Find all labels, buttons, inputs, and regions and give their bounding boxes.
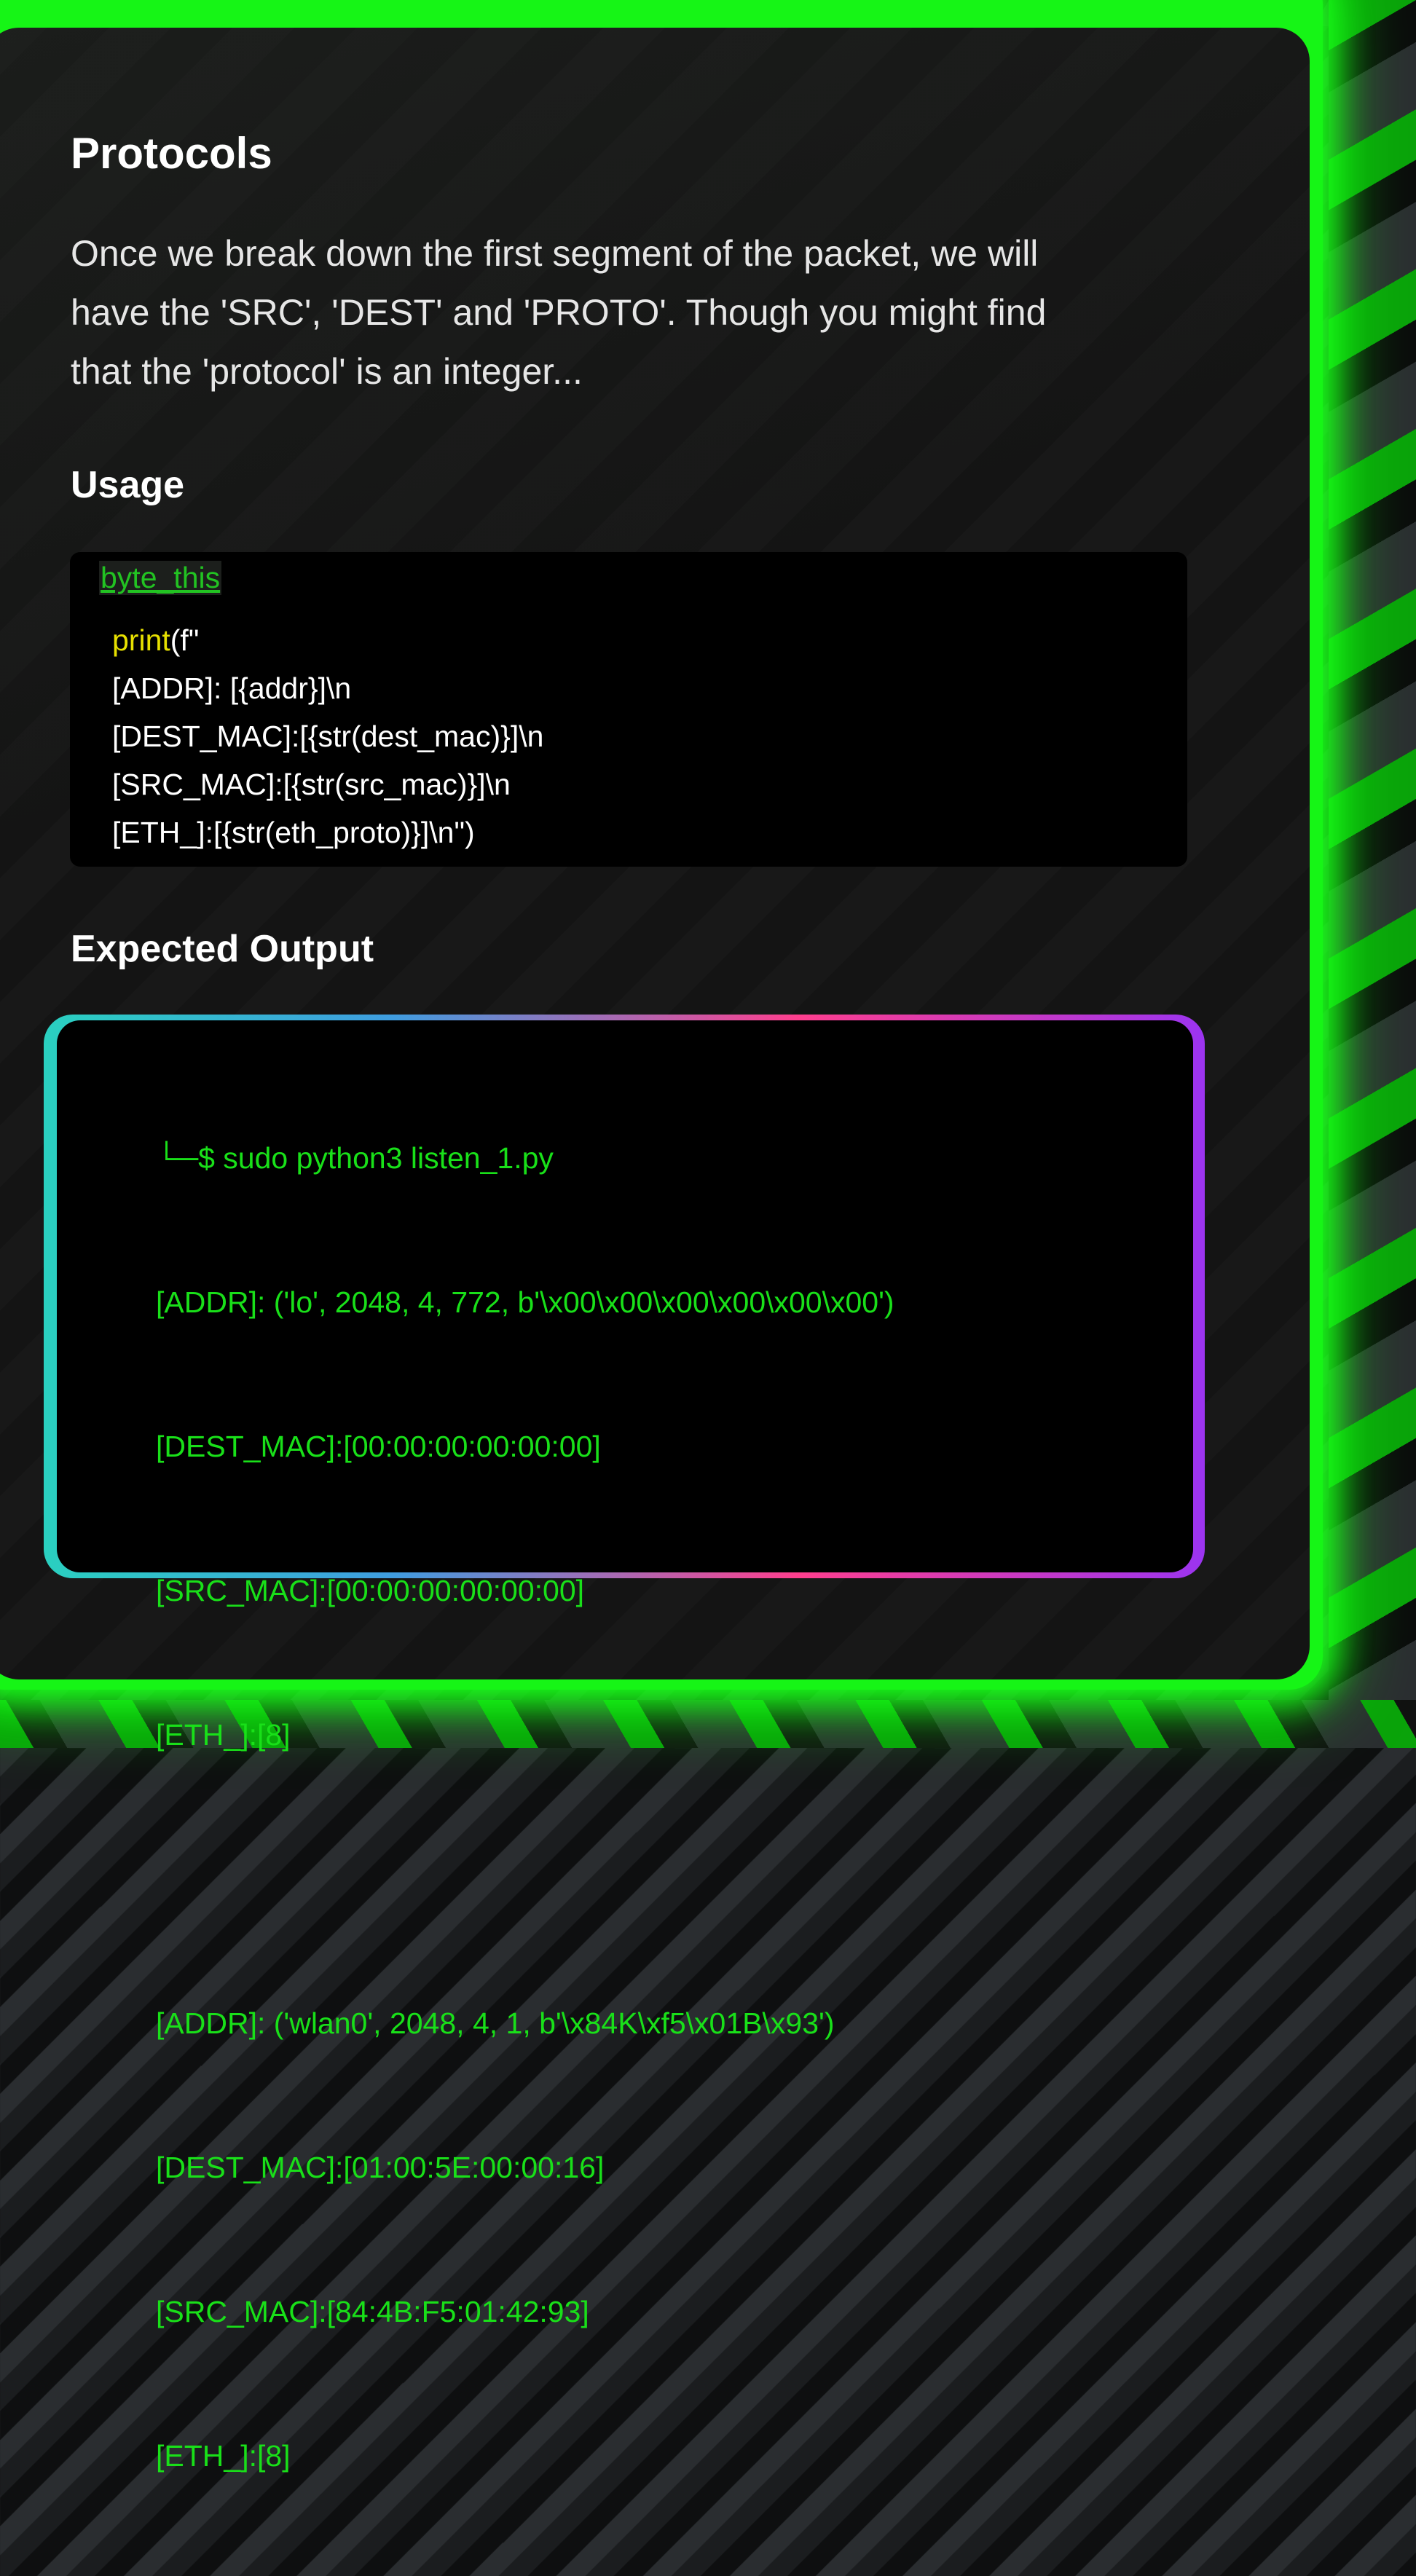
- code-filename-link[interactable]: byte_this: [99, 561, 222, 595]
- terminal-line: [ETH_]:[8]: [156, 1718, 291, 1752]
- intro-paragraph: Once we break down the first segment of …: [71, 224, 1178, 401]
- terminal-lines: └─$ sudo python3 listen_1.py [ADDR]: ('l…: [156, 1038, 894, 2576]
- terminal-line: [ADDR]: ('wlan0', 2048, 4, 1, b'\x84K\xf…: [156, 2006, 835, 2040]
- code-function-name: print: [112, 623, 170, 657]
- code-line-1-rest: (f": [170, 623, 200, 657]
- terminal-line: [SRC_MAC]:[84:4B:F5:01:42:93]: [156, 2295, 589, 2328]
- terminal-line: └─$ sudo python3 listen_1.py: [156, 1141, 554, 1175]
- terminal-gradient-border: └─$ sudo python3 listen_1.py [ADDR]: ('l…: [44, 1015, 1205, 2473]
- terminal-line: [DEST_MAC]:[01:00:5E:00:00:16]: [156, 2151, 605, 2184]
- content-card: Protocols Once we break down the first s…: [0, 28, 1310, 2473]
- code-line-5: [ETH_]:[{str(eth_proto)}]\n"): [112, 816, 475, 849]
- code-line-3: [DEST_MAC]:[{str(dest_mac)}]\n: [112, 720, 544, 753]
- code-line-1: print(f": [112, 616, 543, 664]
- expected-output-heading: Expected Output: [71, 928, 374, 970]
- intro-line-3: that the 'protocol' is an integer...: [71, 351, 583, 392]
- background-pattern-right: [1329, 0, 1416, 1748]
- terminal-line: [ETH_]:[8]: [156, 2439, 291, 2473]
- code-lines: print(f" [ADDR]: [{addr}]\n [DEST_MAC]:[…: [112, 616, 543, 856]
- intro-line-2: have the 'SRC', 'DEST' and 'PROTO'. Thou…: [71, 292, 1047, 333]
- terminal-output: └─$ sudo python3 listen_1.py [ADDR]: ('l…: [57, 1020, 1193, 2473]
- terminal-line: [ADDR]: ('lo', 2048, 4, 772, b'\x00\x00\…: [156, 1285, 894, 1319]
- section-title: Protocols: [71, 129, 272, 178]
- terminal-line: [DEST_MAC]:[00:00:00:00:00:00]: [156, 1430, 601, 1463]
- terminal-line: [SRC_MAC]:[00:00:00:00:00:00]: [156, 1574, 585, 1607]
- usage-heading: Usage: [71, 464, 185, 506]
- code-line-2: [ADDR]: [{addr}]\n: [112, 671, 352, 705]
- code-line-4: [SRC_MAC]:[{str(src_mac)}]\n: [112, 768, 511, 801]
- intro-line-1: Once we break down the first segment of …: [71, 233, 1039, 274]
- code-block: byte_this print(f" [ADDR]: [{addr}]\n [D…: [70, 552, 1187, 867]
